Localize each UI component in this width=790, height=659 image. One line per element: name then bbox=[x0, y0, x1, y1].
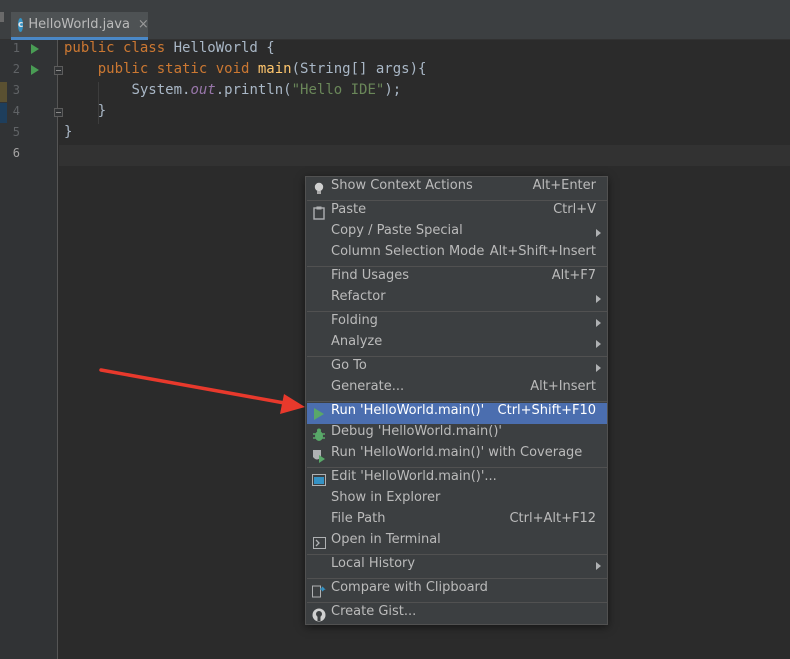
red-annotation-arrow bbox=[99, 368, 305, 414]
